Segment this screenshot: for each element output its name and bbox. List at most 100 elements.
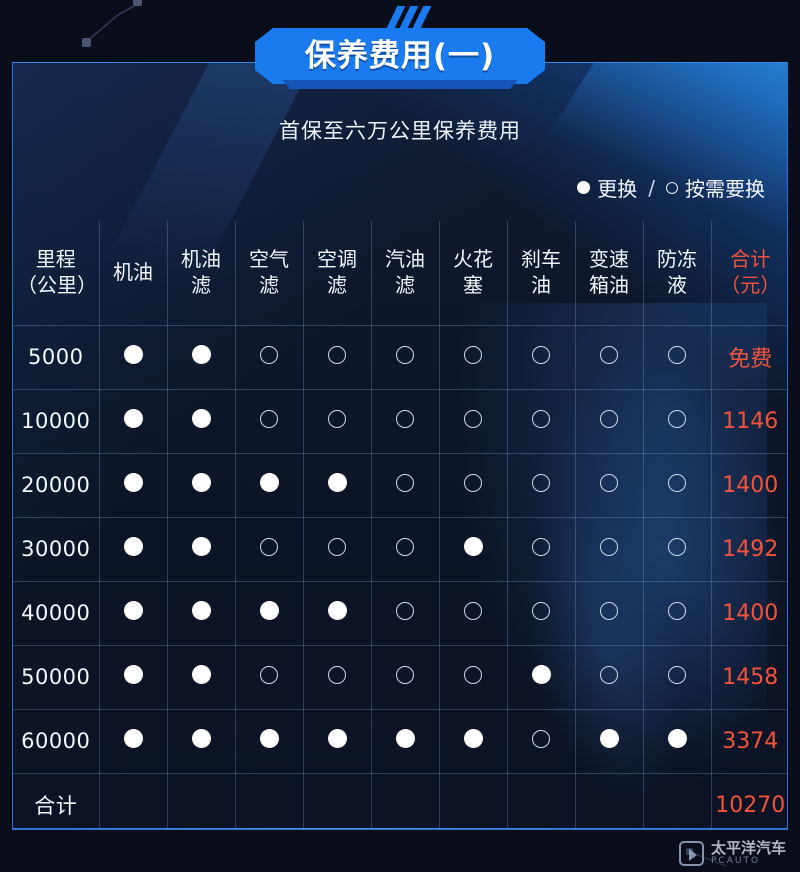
summary-empty-cell — [235, 773, 304, 829]
service-mark-cell — [167, 709, 236, 774]
hollow-circle-icon — [328, 410, 346, 428]
mileage-cell: 50000 — [13, 645, 100, 710]
service-mark-cell — [303, 517, 372, 582]
column-header: 空气滤 — [235, 221, 304, 326]
service-mark-cell — [507, 645, 576, 710]
service-mark-cell — [235, 517, 304, 582]
service-mark-cell — [575, 325, 644, 390]
column-header: 火花塞 — [439, 221, 508, 326]
filled-circle-icon — [191, 409, 211, 428]
summary-empty-cell — [99, 773, 168, 829]
filled-circle-icon — [463, 729, 483, 748]
hollow-circle-icon — [668, 602, 686, 620]
column-header: 防冻液 — [643, 221, 712, 326]
filled-circle-icon — [191, 537, 211, 556]
service-mark-cell — [643, 517, 712, 582]
service-mark-cell — [643, 389, 712, 454]
column-header: 刹车油 — [507, 221, 576, 326]
filled-circle-icon — [191, 665, 211, 684]
hollow-circle-icon — [668, 474, 686, 492]
filled-circle-icon — [327, 473, 347, 492]
service-mark-cell — [167, 453, 236, 518]
mileage-cell: 40000 — [13, 581, 100, 646]
service-mark-cell — [235, 581, 304, 646]
service-mark-cell — [99, 325, 168, 390]
service-mark-cell — [235, 453, 304, 518]
service-mark-cell — [167, 389, 236, 454]
service-mark-cell — [643, 581, 712, 646]
hollow-circle-icon — [464, 666, 482, 684]
filled-circle-icon — [123, 665, 143, 684]
service-mark-cell — [643, 325, 712, 390]
service-mark-cell — [303, 389, 372, 454]
table-row: 5000 免费 — [13, 325, 787, 390]
service-mark-cell — [439, 453, 508, 518]
service-mark-cell — [575, 389, 644, 454]
filled-circle-icon — [191, 729, 211, 748]
title-banner-wrap: 保养费用(一) — [0, 0, 800, 89]
column-header: 机油 — [99, 221, 168, 326]
filled-circle-icon — [259, 473, 279, 492]
maintenance-cost-table: 里程 （公里） 机油 机油滤空气滤空调滤汽油滤火花塞刹车油变速 箱油 防冻液合计 （元） 5… — [13, 221, 787, 829]
service-mark-cell — [371, 517, 440, 582]
hollow-circle-icon — [396, 474, 414, 492]
filled-circle-icon — [123, 729, 143, 748]
service-mark-cell — [303, 709, 372, 774]
service-mark-cell — [371, 581, 440, 646]
service-mark-cell — [235, 645, 304, 710]
row-total-cell: 免费 — [711, 325, 787, 390]
filled-circle-icon — [123, 409, 143, 428]
service-mark-cell — [167, 645, 236, 710]
hollow-circle-icon — [464, 346, 482, 364]
table-row: 30000 1492 — [13, 517, 787, 582]
filled-circle-icon — [463, 537, 483, 556]
row-total-cell: 1458 — [711, 645, 787, 710]
row-total-cell: 3374 — [711, 709, 787, 774]
service-mark-cell — [439, 389, 508, 454]
service-mark-cell — [507, 453, 576, 518]
filled-circle-icon — [531, 665, 551, 684]
service-mark-cell — [575, 453, 644, 518]
filled-circle-icon — [259, 729, 279, 748]
mileage-cell: 5000 — [13, 325, 100, 390]
hollow-circle-icon — [464, 602, 482, 620]
filled-circle-icon — [327, 601, 347, 620]
filled-circle-icon — [123, 345, 143, 364]
service-mark-cell — [575, 709, 644, 774]
column-header: 变速 箱油 — [575, 221, 644, 326]
hollow-circle-icon — [600, 410, 618, 428]
service-mark-cell — [371, 325, 440, 390]
table-row: 40000 1400 — [13, 581, 787, 646]
infographic-root: 首保至六万公里保养费用 更换 / 按需要换 里程 （公里） 机油 机油滤空气滤空调滤汽… — [0, 0, 800, 872]
hollow-circle-icon — [328, 666, 346, 684]
legend-open-label: 按需要换 — [685, 177, 765, 201]
hollow-circle-icon — [328, 346, 346, 364]
row-total-cell: 1146 — [711, 389, 787, 454]
legend: 更换 / 按需要换 — [577, 173, 765, 202]
main-panel: 首保至六万公里保养费用 更换 / 按需要换 里程 （公里） 机油 机油滤空气滤空调滤汽… — [12, 62, 788, 830]
service-mark-cell — [167, 581, 236, 646]
service-mark-cell — [643, 645, 712, 710]
service-mark-cell — [303, 645, 372, 710]
service-mark-cell — [235, 389, 304, 454]
watermark-en: PCAUTO — [710, 855, 761, 866]
service-mark-cell — [303, 581, 372, 646]
hollow-circle-icon — [532, 346, 550, 364]
filled-circle-icon — [191, 473, 211, 492]
mileage-cell: 20000 — [13, 453, 100, 518]
service-mark-cell — [303, 453, 372, 518]
service-mark-cell — [371, 645, 440, 710]
service-mark-cell — [235, 325, 304, 390]
hollow-circle-icon — [328, 538, 346, 556]
table-body: 5000 免费 10000 1146 20000 1400 30000 1492 40000 14… — [13, 325, 787, 829]
hollow-circle-icon — [260, 538, 278, 556]
table-row: 20000 1400 — [13, 453, 787, 518]
column-header: 机油滤 — [167, 221, 236, 326]
hollow-circle-icon — [396, 410, 414, 428]
hollow-circle-icon — [600, 666, 618, 684]
table-row: 10000 1146 — [13, 389, 787, 454]
hollow-circle-icon — [532, 602, 550, 620]
filled-circle-icon — [123, 537, 143, 556]
service-mark-cell — [371, 709, 440, 774]
hollow-circle-icon — [396, 538, 414, 556]
